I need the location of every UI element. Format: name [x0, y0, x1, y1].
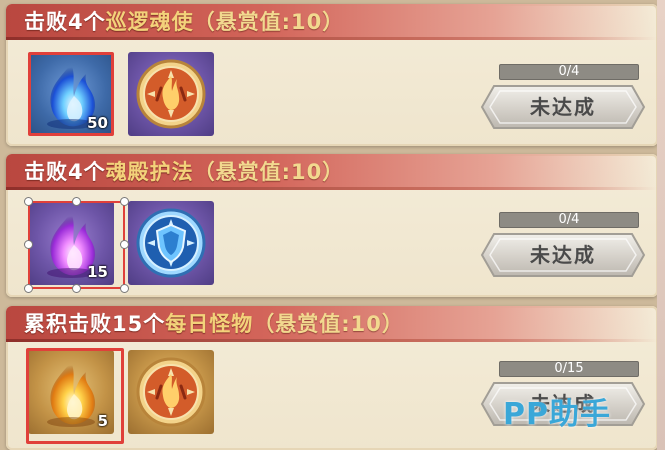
resize-handle[interactable] [24, 284, 33, 293]
button-label: 未达成 [530, 95, 596, 119]
fire-guardian-medal-icon [136, 59, 206, 129]
progress-bar: 0/15 [499, 361, 639, 377]
watermark: PP助手 [503, 397, 611, 432]
reward-item-fire-guardian-medal[interactable] [128, 350, 214, 434]
claim-button[interactable]: 未达成 [480, 84, 646, 130]
claim-button[interactable]: 未达成 [480, 232, 646, 278]
item-selection-frame [28, 201, 125, 289]
resize-handle[interactable] [24, 240, 33, 249]
resize-handle[interactable] [120, 240, 129, 249]
resize-handle[interactable] [24, 197, 33, 206]
button-label: 未达成 [530, 243, 596, 267]
resize-handle[interactable] [120, 284, 129, 293]
reward-item-fire-guardian-medal[interactable] [128, 52, 214, 136]
item-selection-frame [26, 348, 124, 444]
progress-text: 0/4 [558, 64, 580, 79]
task-card: 击败4个魂殿护法（悬赏值:10） 15 0/4 未达成 [6, 154, 658, 297]
task-title: 击败4个巡逻魂使（悬赏值:10） [24, 10, 345, 34]
progress-text: 0/4 [558, 212, 580, 227]
fire-guardian-medal-icon [136, 357, 206, 427]
task-title: 击败4个魂殿护法（悬赏值:10） [24, 160, 345, 184]
right-edge-panel [657, 0, 665, 450]
task-card: 击败4个巡逻魂使（悬赏值:10） 50 0/4 未达成 [6, 4, 658, 146]
progress-bar: 0/4 [499, 64, 639, 80]
task-title: 累积击败15个每日怪物（悬赏值:10） [24, 312, 404, 336]
resize-handle[interactable] [120, 197, 129, 206]
resize-handle[interactable] [72, 284, 81, 293]
item-selection-frame [28, 52, 114, 136]
reward-item-blue-shield-medal[interactable] [128, 201, 214, 285]
blue-shield-medal-icon [136, 208, 206, 278]
resize-handle[interactable] [72, 197, 81, 206]
progress-bar: 0/4 [499, 212, 639, 228]
progress-text: 0/15 [554, 361, 584, 376]
